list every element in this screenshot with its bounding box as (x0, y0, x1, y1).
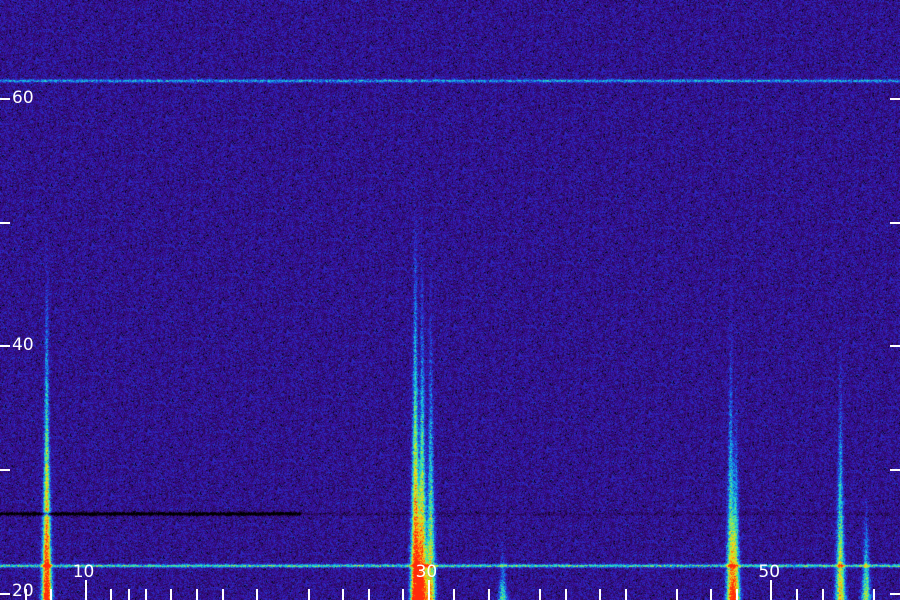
y-tick-left (0, 97, 10, 100)
x-tick-minor (196, 589, 199, 600)
x-tick-minor (144, 589, 147, 600)
x-tick-minor (341, 589, 344, 600)
x-tick-major (84, 580, 87, 600)
x-tick-minor (487, 589, 490, 600)
y-tick-right (890, 469, 900, 472)
x-tick-minor (367, 589, 370, 600)
spectrogram-plot: 20 40 60 10 30 50 (0, 0, 900, 600)
x-tick-label: 50 (758, 562, 781, 582)
x-tick-minor (710, 589, 713, 600)
x-tick-minor (127, 589, 130, 600)
x-tick-minor (256, 589, 259, 600)
x-tick-minor (624, 589, 627, 600)
x-tick-label: 10 (72, 562, 95, 582)
x-tick-minor (676, 589, 679, 600)
x-tick-major (427, 580, 430, 600)
x-tick-minor (564, 589, 567, 600)
x-tick-minor (110, 589, 113, 600)
x-tick-minor (453, 589, 456, 600)
x-tick-minor (873, 589, 876, 600)
x-tick-minor (599, 589, 601, 600)
x-tick-minor (170, 589, 173, 600)
x-tick-minor (796, 589, 799, 600)
y-tick-label: 60 (12, 87, 34, 108)
x-tick-minor (401, 589, 404, 600)
y-tick-right (890, 345, 900, 348)
x-tick-minor (307, 589, 310, 600)
x-tick-minor (539, 589, 541, 600)
x-tick-label: 30 (415, 562, 438, 582)
x-tick-minor (221, 589, 224, 600)
x-tick-minor (50, 589, 53, 600)
y-tick-left (0, 345, 10, 348)
y-tick-right (890, 97, 900, 100)
x-tick-minor (821, 589, 824, 600)
y-tick-label: 20 (12, 581, 34, 600)
x-tick-minor (24, 589, 27, 600)
x-tick-minor (736, 589, 739, 600)
x-tick-major (770, 580, 773, 600)
spectrogram-heatmap (0, 0, 900, 600)
y-tick-right (890, 592, 900, 595)
y-tick-left (0, 469, 10, 472)
y-tick-left (0, 221, 10, 224)
y-tick-right (890, 221, 900, 224)
y-tick-label: 40 (12, 335, 34, 356)
y-tick-left (0, 592, 10, 595)
